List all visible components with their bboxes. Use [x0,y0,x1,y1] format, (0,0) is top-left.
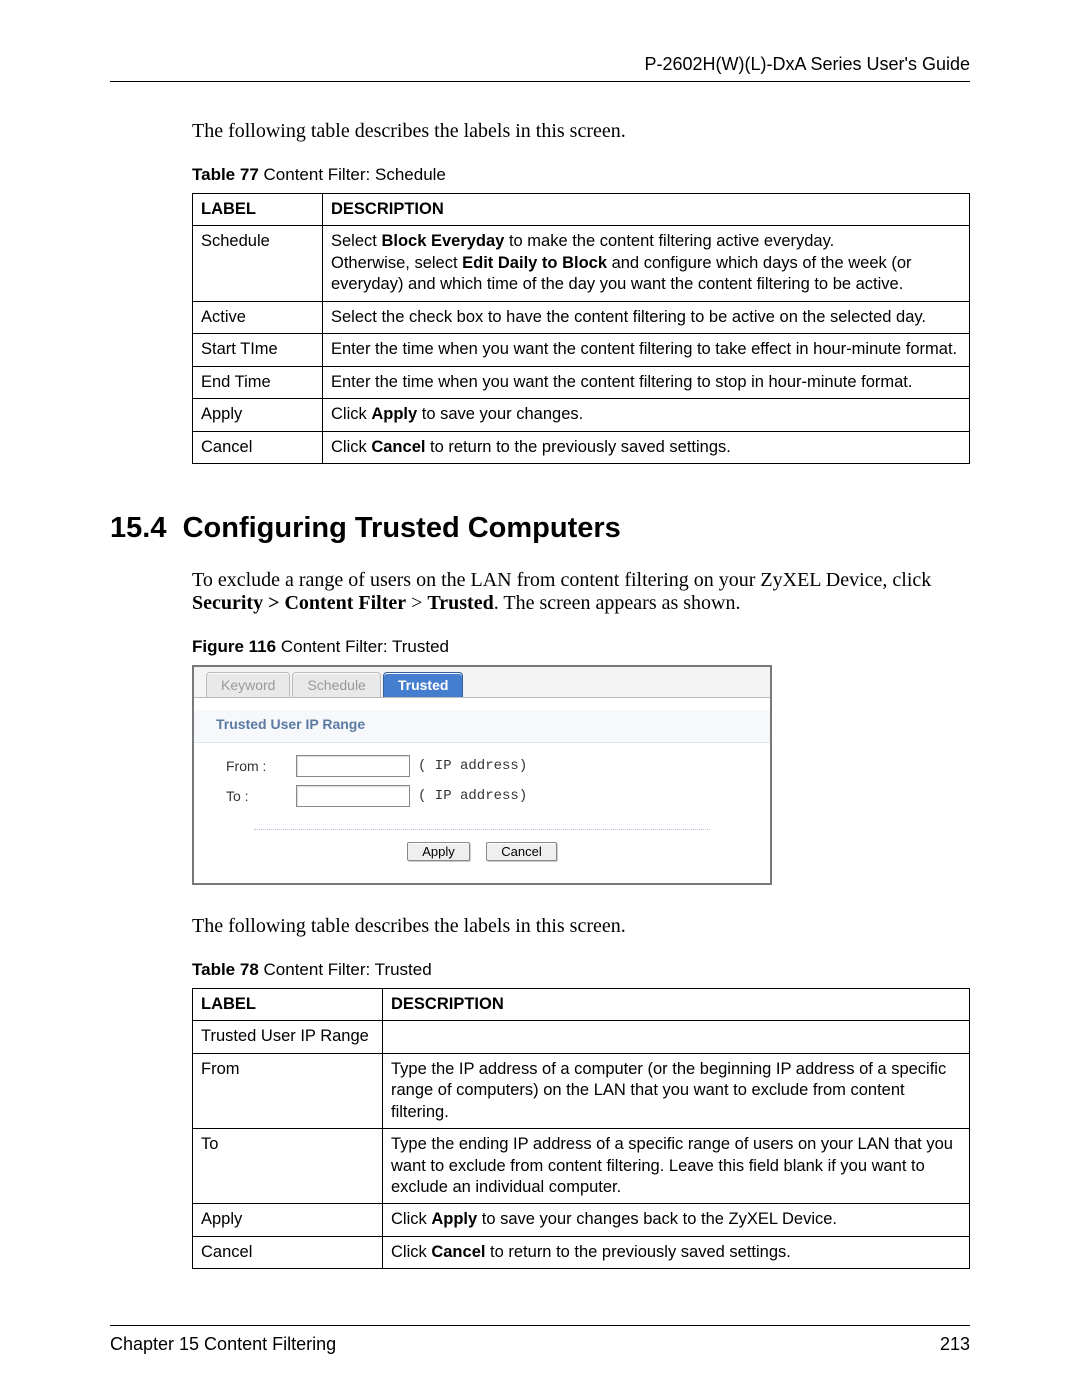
table-cell-desc: Click Apply to save your changes back to… [383,1204,970,1236]
table-78-head-desc: Description [383,988,970,1020]
table-cell-label: Apply [193,399,323,431]
table-row: ToType the ending IP address of a specif… [193,1129,970,1204]
from-hint: ( IP address) [418,758,527,774]
figure-panel: Trusted User IP Range From : ( IP addres… [194,697,770,883]
table-row: Start TImeEnter the time when you want t… [193,334,970,366]
from-label: From : [226,758,296,774]
table-78-head-label: Label [193,988,383,1020]
table-cell-desc: Enter the time when you want the content… [323,334,970,366]
table-cell-label: Active [193,301,323,333]
panel-title: Trusted User IP Range [194,710,770,743]
table-cell-label: Start TIme [193,334,323,366]
table-cell-desc: Select Block Everyday to make the conten… [323,226,970,301]
figure-tabs: KeywordScheduleTrusted [194,667,770,697]
table-77-caption-bold: Table 77 [192,165,259,184]
footer-left: Chapter 15 Content Filtering [110,1334,336,1355]
table-row: Trusted User IP Range [193,1021,970,1053]
from-input[interactable] [296,755,410,777]
dotted-divider [254,829,710,830]
to-label: To : [226,788,296,804]
table-77-caption: Table 77 Content Filter: Schedule [192,165,970,185]
table-row: ScheduleSelect Block Everyday to make th… [193,226,970,301]
table-78: Label Description Trusted User IP RangeF… [192,988,970,1269]
footer-right: 213 [940,1334,970,1355]
tab-trusted[interactable]: Trusted [383,672,464,697]
figure-116-caption: Figure 116 Content Filter: Trusted [192,637,970,657]
table-cell-label: To [193,1129,383,1204]
table-row: ActiveSelect the check box to have the c… [193,301,970,333]
header-rule [110,81,970,82]
table-row: FromType the IP address of a computer (o… [193,1053,970,1128]
table-cell-desc [383,1021,970,1053]
apply-button[interactable]: Apply [407,842,470,861]
table-77-caption-rest: Content Filter: Schedule [259,165,446,184]
page-footer: Chapter 15 Content Filtering 213 [110,1325,970,1355]
figure-116: KeywordScheduleTrusted Trusted User IP R… [192,665,772,885]
table-cell-desc: Enter the time when you want the content… [323,366,970,398]
table-cell-desc: Click Cancel to return to the previously… [323,431,970,463]
table-row: End TimeEnter the time when you want the… [193,366,970,398]
section-heading: 15.4 Configuring Trusted Computers [110,512,970,545]
table-cell-label: Apply [193,1204,383,1236]
table-78-caption-rest: Content Filter: Trusted [259,960,432,979]
page-header: P-2602H(W)(L)-DxA Series User's Guide [110,54,970,75]
table-cell-label: Cancel [193,431,323,463]
table-row: CancelClick Cancel to return to the prev… [193,431,970,463]
table-cell-desc: Type the IP address of a computer (or th… [383,1053,970,1128]
to-row: To : ( IP address) [194,781,770,811]
from-row: From : ( IP address) [194,751,770,781]
table-row: CancelClick Cancel to return to the prev… [193,1236,970,1268]
to-input[interactable] [296,785,410,807]
table-78-caption-bold: Table 78 [192,960,259,979]
intro-paragraph-1: The following table describes the labels… [192,120,970,143]
intro-paragraph-2: The following table describes the labels… [192,915,970,938]
table-cell-label: Cancel [193,1236,383,1268]
table-cell-label: From [193,1053,383,1128]
tab-schedule[interactable]: Schedule [292,672,380,697]
to-hint: ( IP address) [418,788,527,804]
table-cell-label: Trusted User IP Range [193,1021,383,1053]
table-cell-desc: Type the ending IP address of a specific… [383,1129,970,1204]
table-cell-label: Schedule [193,226,323,301]
tab-keyword[interactable]: Keyword [206,672,290,697]
figure-116-caption-bold: Figure 116 [192,637,276,656]
section-paragraph: To exclude a range of users on the LAN f… [192,569,970,615]
section-number: 15.4 [110,512,166,544]
table-78-caption: Table 78 Content Filter: Trusted [192,960,970,980]
cancel-button[interactable]: Cancel [486,842,556,861]
figure-116-caption-rest: Content Filter: Trusted [276,637,449,656]
table-cell-desc: Select the check box to have the content… [323,301,970,333]
table-cell-label: End Time [193,366,323,398]
table-row: ApplyClick Apply to save your changes ba… [193,1204,970,1236]
section-title: Configuring Trusted Computers [183,512,621,544]
table-77-head-label: Label [193,194,323,226]
footer-rule [110,1325,970,1326]
table-cell-desc: Click Apply to save your changes. [323,399,970,431]
table-row: ApplyClick Apply to save your changes. [193,399,970,431]
table-cell-desc: Click Cancel to return to the previously… [383,1236,970,1268]
button-row: Apply Cancel [194,840,770,861]
table-77: Label Description ScheduleSelect Block E… [192,193,970,464]
table-77-head-desc: Description [323,194,970,226]
